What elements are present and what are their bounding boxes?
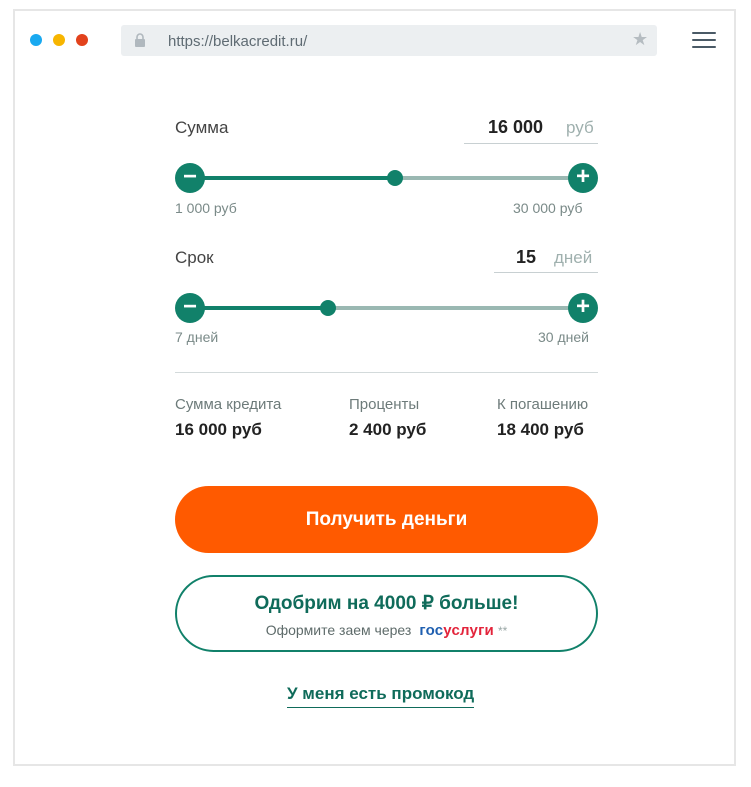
summary-divider xyxy=(175,372,598,373)
repayment-label: К погашению xyxy=(497,396,589,413)
interest-value: 2 400 руб xyxy=(349,420,427,439)
amount-slider-handle[interactable] xyxy=(386,170,403,186)
get-money-button[interactable]: Получить деньги xyxy=(175,486,598,553)
amount-plus-button[interactable]: + xyxy=(568,163,598,193)
repayment-value: 18 400 руб xyxy=(497,420,584,439)
term-label: Срок xyxy=(175,248,214,267)
term-slider-handle[interactable] xyxy=(319,300,336,316)
credit-amount-value: 16 000 руб xyxy=(175,420,262,439)
interest-label: Проценты xyxy=(349,396,420,413)
promo-code-link[interactable]: У меня есть промокод xyxy=(287,684,475,708)
window-dot-yellow xyxy=(53,34,65,46)
window-dot-red xyxy=(76,34,88,46)
amount-minus-button[interactable]: − xyxy=(175,163,205,193)
hamburger-menu-icon[interactable] xyxy=(692,32,716,50)
term-min-label: 7 дней xyxy=(175,329,219,345)
gosuslugi-logo: госуслуги xyxy=(419,622,494,639)
term-slider-fill xyxy=(190,306,328,310)
amount-min-label: 1 000 руб xyxy=(175,200,237,216)
lock-icon xyxy=(135,33,145,47)
term-minus-button[interactable]: − xyxy=(175,293,205,323)
amount-label: Сумма xyxy=(175,118,229,137)
gosuslugi-subtitle: Оформите заем через xyxy=(265,622,412,638)
gosuslugi-button[interactable]: Одобрим на 4000 ₽ больше! Оформите заем … xyxy=(175,575,598,652)
url-text[interactable]: https://belkacredit.ru/ xyxy=(168,33,307,50)
browser-frame xyxy=(13,9,736,766)
term-max-label: 30 дней xyxy=(538,329,589,345)
footnote-asterisks: ** xyxy=(497,624,508,638)
credit-amount-label: Сумма кредита xyxy=(175,396,282,413)
amount-value[interactable]: 16 000 xyxy=(488,117,543,138)
term-unit: дней xyxy=(554,248,593,267)
gosuslugi-subtitle-row: Оформите заем через госуслуги ** xyxy=(177,622,596,639)
window-dot-blue xyxy=(30,34,42,46)
amount-max-label: 30 000 руб xyxy=(513,200,583,216)
star-icon[interactable]: ★ xyxy=(632,29,648,49)
term-plus-button[interactable]: + xyxy=(568,293,598,323)
gosuslugi-title: Одобрим на 4000 ₽ больше! xyxy=(254,593,519,614)
amount-unit: руб xyxy=(566,118,594,137)
term-value[interactable]: 15 xyxy=(516,247,536,268)
amount-slider-fill xyxy=(190,176,395,180)
